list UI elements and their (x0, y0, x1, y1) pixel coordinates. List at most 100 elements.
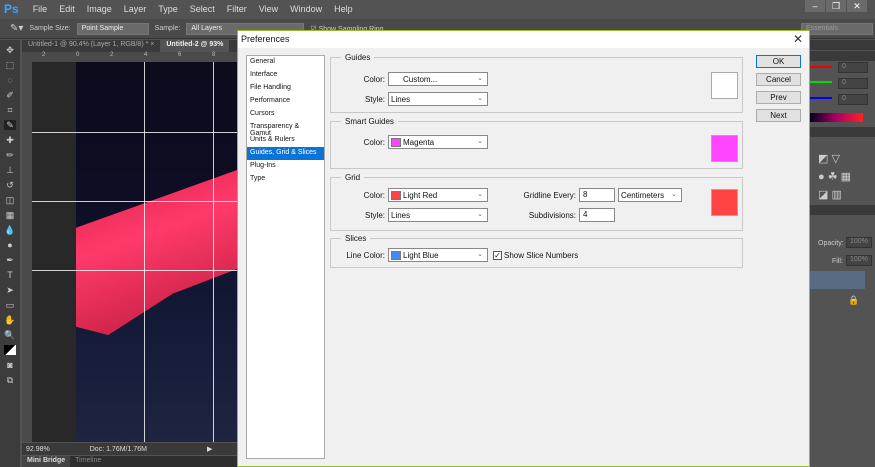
grid-color-swatch[interactable] (711, 189, 738, 216)
color-spectrum[interactable] (810, 113, 863, 122)
marquee-tool-icon[interactable]: ⬚ (4, 60, 16, 70)
guides-color-swatch[interactable] (711, 72, 738, 99)
quick-select-tool-icon[interactable]: ✐ (4, 90, 16, 100)
pen-tool-icon[interactable]: ✒ (4, 255, 16, 265)
move-tool-icon[interactable]: ✥ (4, 45, 16, 55)
sample-size-select[interactable]: Point Sample (76, 22, 149, 35)
guides-color-select[interactable]: Custom... ⌄ (388, 72, 488, 86)
guides-color-value: Custom... (403, 74, 438, 84)
close-icon[interactable]: ✕ (793, 32, 803, 46)
close-window-button[interactable]: ✕ (847, 0, 867, 12)
menu-type[interactable]: Type (152, 4, 184, 14)
tab-mini-bridge[interactable]: Mini Bridge (22, 456, 71, 467)
shape-tool-icon[interactable]: ▭ (4, 300, 16, 310)
menu-select[interactable]: Select (184, 4, 221, 14)
prev-button[interactable]: Prev (756, 91, 801, 104)
healing-tool-icon[interactable]: ✚ (4, 135, 16, 145)
brush-tool-icon[interactable]: ✏ (4, 150, 16, 160)
quick-mask-icon[interactable]: ◙ (4, 360, 16, 370)
menu-window[interactable]: Window (284, 4, 328, 14)
opacity-field[interactable]: 100% (846, 237, 872, 248)
history-brush-icon[interactable]: ↺ (4, 180, 16, 190)
category-cursors[interactable]: Cursors (247, 108, 324, 121)
dodge-tool-icon[interactable]: ● (4, 240, 16, 250)
gradient-tool-icon[interactable]: ▦ (4, 210, 16, 220)
color-swatches-icon[interactable] (4, 345, 16, 355)
grid-unit-select[interactable]: Centimeters ⌄ (618, 188, 682, 202)
eyedropper-tool-icon[interactable]: ✎ (4, 120, 16, 130)
cancel-button[interactable]: Cancel (756, 73, 801, 86)
gridline-every-input[interactable]: 8 (579, 188, 615, 202)
guides-style-value: Lines (391, 94, 411, 104)
show-slice-numbers-checkbox[interactable]: ✓ (493, 250, 502, 260)
hand-tool-icon[interactable]: ✋ (4, 315, 16, 325)
crop-tool-icon[interactable]: ⌗ (4, 105, 16, 115)
grid-style-select[interactable]: Lines ⌄ (388, 208, 488, 222)
minimize-button[interactable]: – (805, 0, 825, 12)
ok-button[interactable]: OK (756, 55, 801, 68)
tab-timeline[interactable]: Timeline (70, 456, 106, 467)
workspace-select[interactable]: Essentials (801, 22, 873, 35)
slice-line-color-select[interactable]: Light Blue ⌄ (388, 248, 488, 262)
green-slider[interactable] (810, 81, 832, 83)
eraser-tool-icon[interactable]: ◫ (4, 195, 16, 205)
smart-guides-color-select[interactable]: Magenta ⌄ (388, 135, 488, 149)
tab-untitled-2[interactable]: Untitled-2 @ 93% (160, 40, 230, 52)
smart-guides-color-swatch[interactable] (711, 135, 738, 162)
stamp-tool-icon[interactable]: ⊥ (4, 165, 16, 175)
category-type[interactable]: Type (247, 173, 324, 186)
menu-view[interactable]: View (253, 4, 284, 14)
adjustment-icons[interactable]: ◩ ▽ ● ☘ ▦ ◪ ▥ (818, 150, 851, 204)
subdivisions-input[interactable]: 4 (579, 208, 615, 222)
ruler-tick: 2 (110, 52, 114, 58)
grid-group: Grid (330, 173, 743, 231)
menu-help[interactable]: Help (328, 4, 359, 14)
right-panels: 0 0 0 ◩ ▽ ● ☘ ▦ ◪ ▥ Opacity: 100% Fill: 10… (810, 40, 875, 467)
close-tab-icon[interactable]: × (150, 41, 154, 48)
category-file-handling[interactable]: File Handling (247, 82, 324, 95)
status-menu-arrow-icon[interactable]: ▶ (207, 445, 212, 453)
menu-image[interactable]: Image (81, 4, 118, 14)
red-slider[interactable] (810, 66, 832, 68)
layer-row-selected[interactable] (810, 271, 865, 289)
sample-size-label: Sample Size: (29, 25, 71, 32)
guides-style-select[interactable]: Lines ⌄ (388, 92, 488, 106)
guide-line (213, 62, 214, 442)
vertical-ruler (22, 62, 32, 442)
green-value[interactable]: 0 (838, 78, 868, 89)
red-value[interactable]: 0 (838, 62, 868, 73)
menu-file[interactable]: File (27, 4, 54, 14)
eyedropper-icon[interactable]: ✎▾ (10, 23, 23, 34)
category-guides-grid-slices[interactable]: Guides, Grid & Slices (247, 147, 324, 160)
screen-mode-icon[interactable]: ⧉ (4, 375, 16, 385)
category-performance[interactable]: Performance (247, 95, 324, 108)
next-button[interactable]: Next (756, 109, 801, 122)
guide-line (32, 132, 237, 133)
blue-slider[interactable] (810, 97, 832, 99)
grid-color-select[interactable]: Light Red ⌄ (388, 188, 488, 202)
blur-tool-icon[interactable]: 💧 (4, 225, 16, 235)
menu-edit[interactable]: Edit (53, 4, 81, 14)
blue-value[interactable]: 0 (838, 94, 868, 105)
menu-layer[interactable]: Layer (118, 4, 153, 14)
restore-button[interactable]: ❐ (826, 0, 846, 12)
ruler-tick: 6 (178, 52, 182, 58)
menu-filter[interactable]: Filter (221, 4, 253, 14)
category-units-rulers[interactable]: Units & Rulers (247, 134, 324, 147)
zoom-tool-icon[interactable]: 🔍 (4, 330, 16, 340)
zoom-level[interactable]: 92.98% (26, 446, 50, 453)
fill-field[interactable]: 100% (846, 255, 872, 266)
category-transparency[interactable]: Transparency & Gamut (247, 121, 324, 137)
chevron-down-icon: ⌄ (477, 191, 483, 198)
document-canvas[interactable] (32, 62, 237, 442)
opacity-label: Opacity: (818, 240, 844, 247)
lasso-tool-icon[interactable]: ◌ (4, 75, 16, 85)
category-interface[interactable]: Interface (247, 69, 324, 82)
tab-untitled-1[interactable]: Untitled-1 @ 90.4% (Layer 1, RGB/8) * × (22, 40, 160, 52)
type-tool-icon[interactable]: T (4, 270, 16, 280)
path-select-icon[interactable]: ➤ (4, 285, 16, 295)
smart-guides-color-value: Magenta (403, 137, 435, 147)
category-plug-ins[interactable]: Plug-Ins (247, 160, 324, 173)
ruler-tick: 2 (42, 52, 46, 58)
category-general[interactable]: General (247, 56, 324, 69)
